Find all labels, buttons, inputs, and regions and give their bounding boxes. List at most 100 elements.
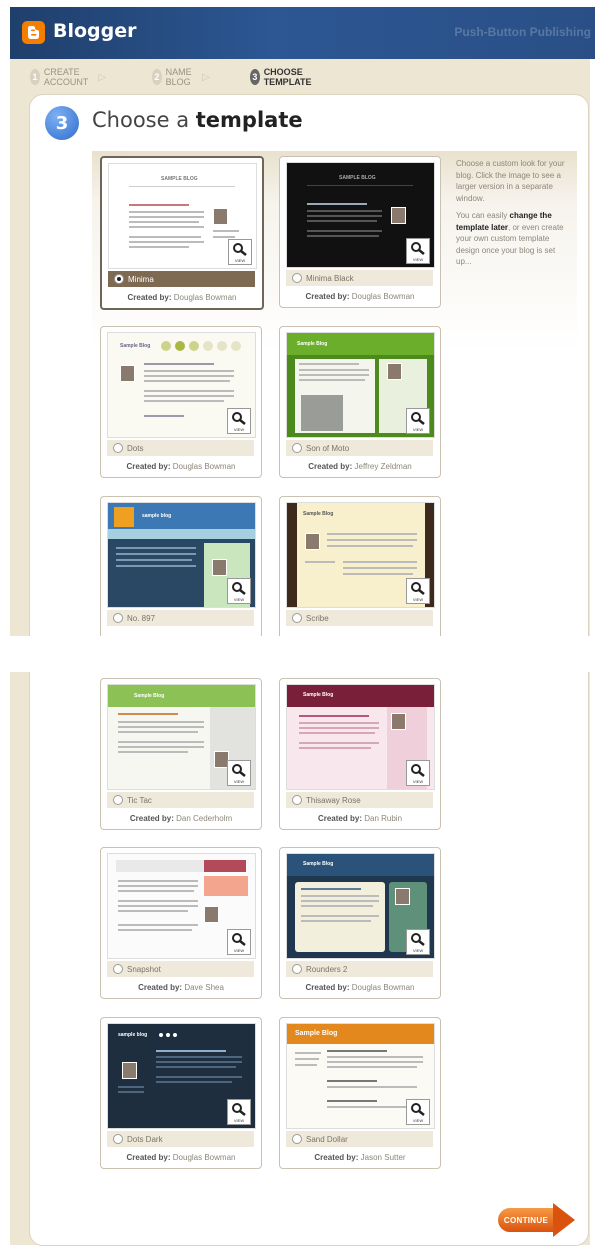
template-thumbnail[interactable]: Sample Blog VIEW: [107, 332, 256, 438]
template-thumbnail[interactable]: SAMPLE BLOG VIEW: [108, 163, 257, 269]
template-radio[interactable]: [292, 273, 302, 283]
thumb-line: [301, 920, 371, 922]
thumb-line: [327, 539, 417, 541]
view-button[interactable]: VIEW: [406, 578, 430, 604]
template-card-thisaway-rose[interactable]: Sample Blog VIEW Thisaway Rose Created b…: [279, 678, 441, 830]
thumb-nav-band: [108, 529, 255, 539]
template-radio[interactable]: [292, 443, 302, 453]
template-select-bar[interactable]: No. 897: [107, 610, 254, 626]
step-create-account: 1 CREATE ACCOUNT ▷: [30, 67, 110, 87]
template-select-bar[interactable]: Dots Dark: [107, 1131, 254, 1147]
template-thumbnail[interactable]: sample blog VIEW: [107, 1023, 256, 1129]
thumb-profile-photo: [212, 559, 227, 576]
thumb-line: [327, 1061, 423, 1063]
template-thumbnail[interactable]: sample blog VIEW: [107, 502, 256, 608]
template-card-minima[interactable]: SAMPLE BLOG VIEW Minima Created by: Doug…: [100, 156, 264, 310]
step-number: 1: [30, 69, 40, 85]
template-radio[interactable]: [113, 964, 123, 974]
template-select-bar[interactable]: Minima Black: [286, 270, 433, 286]
template-thumbnail[interactable]: Sample Blog VIEW: [107, 684, 256, 790]
thumb-profile-photo: [204, 906, 219, 923]
template-select-bar[interactable]: Tic Tac: [107, 792, 254, 808]
view-button[interactable]: VIEW: [406, 238, 430, 264]
template-radio[interactable]: [292, 795, 302, 805]
template-card-sand-dollar[interactable]: Sample Blog VIEW Sand Dollar Created by:…: [279, 1017, 441, 1169]
view-button[interactable]: VIEW: [227, 578, 251, 604]
template-select-bar[interactable]: Snapshot: [107, 961, 254, 977]
view-label: VIEW: [234, 258, 246, 263]
template-select-bar[interactable]: Minima: [108, 271, 255, 287]
view-button[interactable]: VIEW: [406, 760, 430, 786]
thumb-line: [129, 226, 204, 228]
template-select-bar[interactable]: Sand Dollar: [286, 1131, 433, 1147]
thumb-line: [295, 1052, 321, 1054]
view-label: VIEW: [233, 779, 245, 784]
template-radio[interactable]: [292, 964, 302, 974]
view-button[interactable]: VIEW: [406, 1099, 430, 1125]
template-card-minima-black[interactable]: SAMPLE BLOG VIEW Minima Black Created by…: [279, 156, 441, 308]
template-thumbnail[interactable]: Sample Blog VIEW: [286, 502, 435, 608]
view-button[interactable]: VIEW: [228, 239, 252, 265]
template-select-bar[interactable]: Thisaway Rose: [286, 792, 433, 808]
template-radio[interactable]: [292, 1134, 302, 1144]
thumb-line: [156, 1050, 226, 1052]
view-label: VIEW: [412, 948, 424, 953]
template-select-bar[interactable]: Rounders 2: [286, 961, 433, 977]
template-thumbnail[interactable]: Sample Blog VIEW: [286, 332, 435, 438]
blogger-wordmark[interactable]: Blogger: [53, 20, 137, 42]
view-button[interactable]: VIEW: [227, 929, 251, 955]
thumb-title: SAMPLE BLOG: [161, 176, 198, 182]
template-thumbnail[interactable]: SAMPLE BLOG VIEW: [286, 162, 435, 268]
view-button[interactable]: VIEW: [406, 929, 430, 955]
help-paragraph-1: Choose a custom look for your blog. Clic…: [456, 159, 565, 203]
thumb-line: [343, 567, 417, 569]
thumb-title: Sample Blog: [303, 692, 334, 698]
view-button[interactable]: VIEW: [227, 1099, 251, 1125]
blogger-logo-icon[interactable]: [22, 21, 45, 44]
dots-decoration-icon: [159, 1033, 177, 1037]
template-name: Minima: [128, 274, 154, 284]
view-button[interactable]: VIEW: [406, 408, 430, 434]
template-thumbnail[interactable]: Sample Blog VIEW: [286, 853, 435, 959]
template-select-bar[interactable]: Dots: [107, 440, 254, 456]
thumb-title: Sample Blog: [297, 341, 328, 347]
thumb-line: [327, 1100, 377, 1102]
template-thumbnail[interactable]: VIEW: [107, 853, 256, 959]
continue-button[interactable]: CONTINUE: [498, 1208, 554, 1232]
thumb-line: [299, 369, 369, 371]
template-card-dots[interactable]: Sample Blog VIEW Dots Created by: Dougla…: [100, 326, 262, 478]
template-card-snapshot[interactable]: VIEW Snapshot Created by: Dave Shea: [100, 847, 262, 999]
thumb-line: [129, 216, 204, 218]
template-card-rounders-2[interactable]: Sample Blog VIEW Rounders 2 Created by: …: [279, 847, 441, 999]
template-select-bar[interactable]: Son of Moto: [286, 440, 433, 456]
view-button[interactable]: VIEW: [227, 760, 251, 786]
template-radio[interactable]: [113, 443, 123, 453]
thumb-title: SAMPLE BLOG: [339, 175, 376, 181]
thumb-profile-photo: [395, 888, 410, 905]
template-card-no-897[interactable]: sample blog VIEW No. 897: [100, 496, 262, 648]
template-radio[interactable]: [113, 613, 123, 623]
template-name: Sand Dollar: [306, 1134, 348, 1144]
template-select-bar[interactable]: Scribe: [286, 610, 433, 626]
template-card-dots-dark[interactable]: sample blog VIEW Dots Dark Created by: D…: [100, 1017, 262, 1169]
continue-arrow-icon[interactable]: [553, 1203, 575, 1237]
template-thumbnail[interactable]: Sample Blog VIEW: [286, 684, 435, 790]
template-thumbnail[interactable]: Sample Blog VIEW: [286, 1023, 435, 1129]
step-chevron-icon: ▷: [98, 71, 107, 83]
view-label: VIEW: [233, 427, 245, 432]
thumb-line: [295, 1064, 317, 1066]
thumb-title: Sample Blog: [303, 861, 334, 867]
template-radio[interactable]: [114, 274, 124, 284]
template-radio[interactable]: [113, 1134, 123, 1144]
template-card-son-of-moto[interactable]: Sample Blog VIEW Son of Moto Created by:…: [279, 326, 441, 478]
template-byline: Created by: Dan Cederholm: [129, 814, 233, 823]
view-button[interactable]: VIEW: [227, 408, 251, 434]
thumb-line: [301, 900, 379, 902]
thumb-profile-photo: [391, 207, 406, 224]
template-radio[interactable]: [292, 613, 302, 623]
template-name: Thisaway Rose: [306, 795, 361, 805]
template-card-scribe[interactable]: Sample Blog VIEW Scribe: [279, 496, 441, 648]
template-radio[interactable]: [113, 795, 123, 805]
template-card-tic-tac[interactable]: Sample Blog VIEW Tic Tac Created by: Dan…: [100, 678, 262, 830]
thumb-title: Sample Blog: [120, 343, 151, 349]
